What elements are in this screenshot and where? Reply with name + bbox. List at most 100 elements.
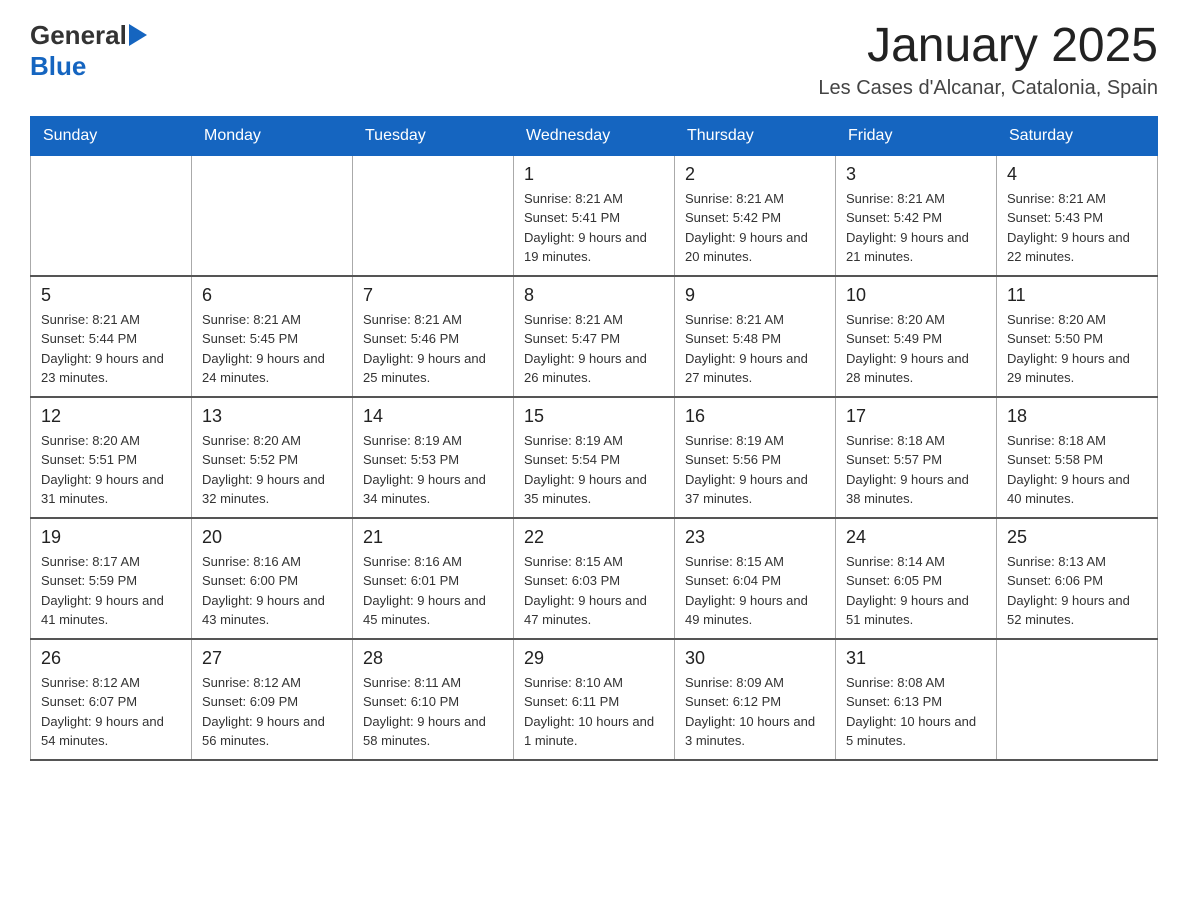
day-number: 30 xyxy=(685,648,825,669)
day-info: Sunrise: 8:21 AM Sunset: 5:41 PM Dayligh… xyxy=(524,189,664,267)
day-number: 10 xyxy=(846,285,986,306)
calendar-cell: 19 Sunrise: 8:17 AM Sunset: 5:59 PM Dayli… xyxy=(31,518,192,639)
logo-arrow-icon xyxy=(129,24,147,46)
calendar-cell: 2Sunrise: 8:21 AM Sunset: 5:42 PM Daylig… xyxy=(675,155,836,276)
day-info: Sunrise: 8:21 AM Sunset: 5:47 PM Dayligh… xyxy=(524,310,664,388)
calendar-cell: 26 Sunrise: 8:12 AM Sunset: 6:07 PM Dayli… xyxy=(31,639,192,760)
calendar-cell: 27 Sunrise: 8:12 AM Sunset: 6:09 PM Dayli… xyxy=(192,639,353,760)
day-number: 13 xyxy=(202,406,342,427)
calendar-cell: 11 Sunrise: 8:20 AM Sunset: 5:50 PM Dayli… xyxy=(997,276,1158,397)
calendar-cell: 29Sunrise: 8:10 AM Sunset: 6:11 PM Dayli… xyxy=(514,639,675,760)
calendar-cell: 25 Sunrise: 8:13 AM Sunset: 6:06 PM Dayli… xyxy=(997,518,1158,639)
calendar-cell: 4 Sunrise: 8:21 AM Sunset: 5:43 PM Daylig… xyxy=(997,155,1158,276)
day-of-week-header: Saturday xyxy=(997,116,1158,155)
calendar-table: SundayMondayTuesdayWednesdayThursdayFrid… xyxy=(30,116,1158,761)
calendar-cell: 24 Sunrise: 8:14 AM Sunset: 6:05 PM Dayli… xyxy=(836,518,997,639)
day-info: Sunrise: 8:12 AM Sunset: 6:09 PM Dayligh… xyxy=(202,673,342,751)
day-number: 23 xyxy=(685,527,825,548)
logo-general-text: General xyxy=(30,20,127,51)
calendar-cell: 17 Sunrise: 8:18 AM Sunset: 5:57 PM Dayli… xyxy=(836,397,997,518)
day-info: Sunrise: 8:15 AM Sunset: 6:04 PM Dayligh… xyxy=(685,552,825,630)
day-info: Sunrise: 8:21 AM Sunset: 5:42 PM Dayligh… xyxy=(846,189,986,267)
day-info: Sunrise: 8:21 AM Sunset: 5:46 PM Dayligh… xyxy=(363,310,503,388)
day-number: 18 xyxy=(1007,406,1147,427)
page-header: General Blue January 2025 Les Cases d'Al… xyxy=(30,20,1158,100)
day-info: Sunrise: 8:20 AM Sunset: 5:50 PM Dayligh… xyxy=(1007,310,1147,388)
day-info: Sunrise: 8:21 AM Sunset: 5:45 PM Dayligh… xyxy=(202,310,342,388)
day-info: Sunrise: 8:11 AM Sunset: 6:10 PM Dayligh… xyxy=(363,673,503,751)
day-number: 15 xyxy=(524,406,664,427)
day-number: 26 xyxy=(41,648,181,669)
calendar-week-row: 19 Sunrise: 8:17 AM Sunset: 5:59 PM Dayli… xyxy=(31,518,1158,639)
logo: General Blue xyxy=(30,20,147,82)
day-number: 14 xyxy=(363,406,503,427)
calendar-header: SundayMondayTuesdayWednesdayThursdayFrid… xyxy=(31,116,1158,155)
day-number: 31 xyxy=(846,648,986,669)
day-number: 6 xyxy=(202,285,342,306)
calendar-cell: 22 Sunrise: 8:15 AM Sunset: 6:03 PM Dayli… xyxy=(514,518,675,639)
day-of-week-header: Sunday xyxy=(31,116,192,155)
calendar-cell: 15 Sunrise: 8:19 AM Sunset: 5:54 PM Dayli… xyxy=(514,397,675,518)
calendar-cell: 10 Sunrise: 8:20 AM Sunset: 5:49 PM Dayli… xyxy=(836,276,997,397)
day-info: Sunrise: 8:19 AM Sunset: 5:54 PM Dayligh… xyxy=(524,431,664,509)
day-number: 1 xyxy=(524,164,664,185)
day-of-week-header: Friday xyxy=(836,116,997,155)
day-info: Sunrise: 8:21 AM Sunset: 5:43 PM Dayligh… xyxy=(1007,189,1147,267)
day-number: 20 xyxy=(202,527,342,548)
day-info: Sunrise: 8:13 AM Sunset: 6:06 PM Dayligh… xyxy=(1007,552,1147,630)
calendar-cell: 31 Sunrise: 8:08 AM Sunset: 6:13 PM Dayli… xyxy=(836,639,997,760)
day-info: Sunrise: 8:15 AM Sunset: 6:03 PM Dayligh… xyxy=(524,552,664,630)
calendar-cell: 30Sunrise: 8:09 AM Sunset: 6:12 PM Dayli… xyxy=(675,639,836,760)
day-info: Sunrise: 8:20 AM Sunset: 5:52 PM Dayligh… xyxy=(202,431,342,509)
calendar-cell: 23 Sunrise: 8:15 AM Sunset: 6:04 PM Dayli… xyxy=(675,518,836,639)
calendar-subtitle: Les Cases d'Alcanar, Catalonia, Spain xyxy=(818,77,1158,100)
calendar-cell xyxy=(353,155,514,276)
day-number: 11 xyxy=(1007,285,1147,306)
day-number: 22 xyxy=(524,527,664,548)
day-number: 17 xyxy=(846,406,986,427)
day-headers-row: SundayMondayTuesdayWednesdayThursdayFrid… xyxy=(31,116,1158,155)
day-of-week-header: Wednesday xyxy=(514,116,675,155)
day-info: Sunrise: 8:19 AM Sunset: 5:53 PM Dayligh… xyxy=(363,431,503,509)
calendar-cell: 14 Sunrise: 8:19 AM Sunset: 5:53 PM Dayli… xyxy=(353,397,514,518)
day-number: 25 xyxy=(1007,527,1147,548)
day-number: 4 xyxy=(1007,164,1147,185)
day-info: Sunrise: 8:18 AM Sunset: 5:57 PM Dayligh… xyxy=(846,431,986,509)
day-info: Sunrise: 8:21 AM Sunset: 5:48 PM Dayligh… xyxy=(685,310,825,388)
day-info: Sunrise: 8:10 AM Sunset: 6:11 PM Dayligh… xyxy=(524,673,664,751)
day-info: Sunrise: 8:14 AM Sunset: 6:05 PM Dayligh… xyxy=(846,552,986,630)
day-number: 28 xyxy=(363,648,503,669)
day-info: Sunrise: 8:12 AM Sunset: 6:07 PM Dayligh… xyxy=(41,673,181,751)
day-info: Sunrise: 8:17 AM Sunset: 5:59 PM Dayligh… xyxy=(41,552,181,630)
calendar-cell xyxy=(192,155,353,276)
title-section: January 2025 Les Cases d'Alcanar, Catalo… xyxy=(818,20,1158,100)
calendar-week-row: 12 Sunrise: 8:20 AM Sunset: 5:51 PM Dayli… xyxy=(31,397,1158,518)
calendar-cell: 1 Sunrise: 8:21 AM Sunset: 5:41 PM Daylig… xyxy=(514,155,675,276)
calendar-cell: 7Sunrise: 8:21 AM Sunset: 5:46 PM Daylig… xyxy=(353,276,514,397)
day-number: 3 xyxy=(846,164,986,185)
day-info: Sunrise: 8:19 AM Sunset: 5:56 PM Dayligh… xyxy=(685,431,825,509)
calendar-cell: 13 Sunrise: 8:20 AM Sunset: 5:52 PM Dayli… xyxy=(192,397,353,518)
day-info: Sunrise: 8:18 AM Sunset: 5:58 PM Dayligh… xyxy=(1007,431,1147,509)
day-info: Sunrise: 8:20 AM Sunset: 5:51 PM Dayligh… xyxy=(41,431,181,509)
calendar-cell: 20 Sunrise: 8:16 AM Sunset: 6:00 PM Dayli… xyxy=(192,518,353,639)
day-number: 27 xyxy=(202,648,342,669)
calendar-cell xyxy=(997,639,1158,760)
day-number: 19 xyxy=(41,527,181,548)
calendar-title: January 2025 xyxy=(818,20,1158,73)
calendar-body: 1 Sunrise: 8:21 AM Sunset: 5:41 PM Daylig… xyxy=(31,155,1158,760)
day-number: 2 xyxy=(685,164,825,185)
calendar-cell: 6 Sunrise: 8:21 AM Sunset: 5:45 PM Daylig… xyxy=(192,276,353,397)
day-info: Sunrise: 8:16 AM Sunset: 6:00 PM Dayligh… xyxy=(202,552,342,630)
day-number: 8 xyxy=(524,285,664,306)
day-number: 24 xyxy=(846,527,986,548)
calendar-cell: 16Sunrise: 8:19 AM Sunset: 5:56 PM Dayli… xyxy=(675,397,836,518)
calendar-cell: 9Sunrise: 8:21 AM Sunset: 5:48 PM Daylig… xyxy=(675,276,836,397)
day-info: Sunrise: 8:21 AM Sunset: 5:44 PM Dayligh… xyxy=(41,310,181,388)
day-info: Sunrise: 8:20 AM Sunset: 5:49 PM Dayligh… xyxy=(846,310,986,388)
day-number: 12 xyxy=(41,406,181,427)
day-of-week-header: Tuesday xyxy=(353,116,514,155)
calendar-week-row: 5Sunrise: 8:21 AM Sunset: 5:44 PM Daylig… xyxy=(31,276,1158,397)
day-of-week-header: Monday xyxy=(192,116,353,155)
day-info: Sunrise: 8:08 AM Sunset: 6:13 PM Dayligh… xyxy=(846,673,986,751)
